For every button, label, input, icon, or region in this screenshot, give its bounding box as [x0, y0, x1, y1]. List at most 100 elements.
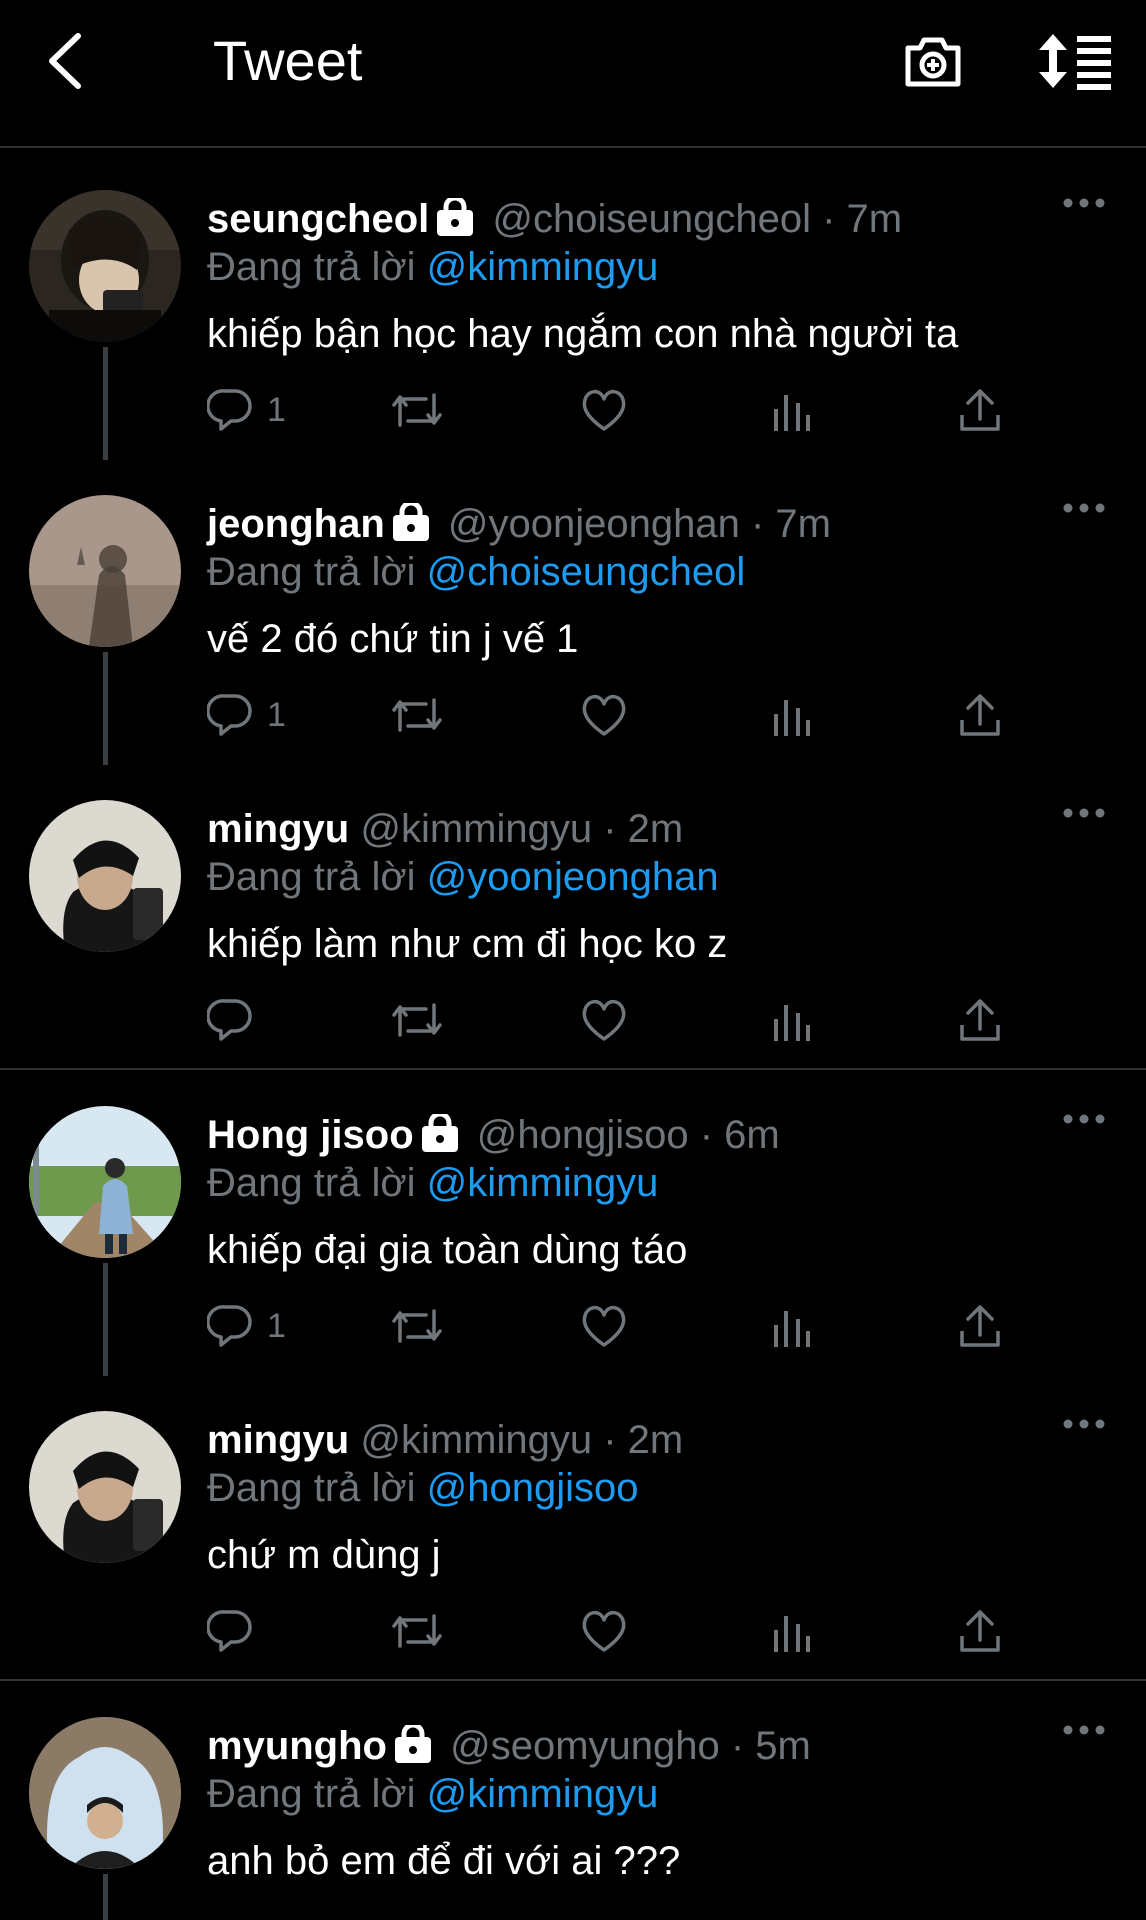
more-options-button[interactable] — [1062, 498, 1106, 518]
reply-count: 1 — [267, 390, 286, 429]
replying-to-label: Đang trả lời — [207, 1772, 416, 1816]
more-options-button[interactable] — [1062, 1720, 1106, 1740]
display-name[interactable]: myungho — [207, 1724, 387, 1768]
display-name[interactable]: jeonghan — [207, 502, 385, 546]
analytics-button[interactable] — [772, 995, 812, 1045]
replying-to-label: Đang trả lời — [207, 550, 416, 594]
like-button[interactable] — [580, 995, 628, 1045]
top-bar: Tweet — [0, 0, 1146, 148]
avatar[interactable] — [29, 190, 181, 342]
share-icon — [960, 694, 1000, 736]
share-icon — [960, 1305, 1000, 1347]
like-button[interactable] — [580, 385, 628, 435]
avatar[interactable] — [29, 1717, 181, 1869]
like-button[interactable] — [580, 690, 628, 740]
retweet-button[interactable] — [390, 995, 444, 1045]
tweet[interactable]: mingyu @kimmingyu · 2m Đang trả lời @hon… — [0, 1376, 1146, 1681]
share-button[interactable] — [958, 690, 1002, 740]
heart-icon — [582, 694, 626, 736]
more-icon — [1063, 198, 1105, 208]
replying-to: Đang trả lời @kimmingyu — [207, 1159, 658, 1207]
replying-to: Đang trả lời @choiseungcheol — [207, 548, 745, 596]
reply-icon — [207, 999, 252, 1041]
mention-link[interactable]: @kimmingyu — [427, 1161, 659, 1205]
reply-icon — [207, 389, 252, 431]
share-icon — [960, 1610, 1000, 1652]
camera-button[interactable] — [902, 30, 964, 92]
retweet-button[interactable] — [390, 1606, 444, 1656]
retweet-icon — [392, 1614, 442, 1648]
heart-icon — [582, 1610, 626, 1652]
bar-chart-icon — [774, 700, 810, 736]
tweet[interactable]: mingyu @kimmingyu · 2m Đang trả lời @yoo… — [0, 765, 1146, 1070]
tweet-text: vế 2 đó chứ tin j vế 1 — [207, 617, 579, 661]
retweet-button[interactable] — [390, 1301, 444, 1351]
more-options-button[interactable] — [1062, 803, 1106, 823]
tweet[interactable]: seungcheol @choiseungcheol · 7m Đang trả… — [0, 155, 1146, 460]
sort-replies-button[interactable] — [1037, 32, 1113, 90]
like-button[interactable] — [580, 1606, 628, 1656]
more-icon — [1063, 1725, 1105, 1735]
retweet-icon — [392, 1309, 442, 1343]
reply-button[interactable]: 1 — [207, 1301, 286, 1351]
share-button[interactable] — [958, 385, 1002, 435]
avatar[interactable] — [29, 495, 181, 647]
heart-icon — [582, 999, 626, 1041]
mention-link[interactable]: @yoonjeonghan — [427, 855, 719, 899]
tweet[interactable]: Hong jisoo @hongjisoo · 6m Đang trả lời … — [0, 1071, 1146, 1376]
action-bar — [207, 995, 1027, 1045]
share-button[interactable] — [958, 995, 1002, 1045]
display-name[interactable]: seungcheol — [207, 197, 429, 241]
mention-link[interactable]: @kimmingyu — [427, 1772, 659, 1816]
handle-time: @choiseungcheol · 7m — [492, 197, 903, 241]
tweet[interactable]: myungho @seomyungho · 5m Đang trả lời @k… — [0, 1682, 1146, 1920]
back-button[interactable] — [40, 28, 90, 94]
analytics-button[interactable] — [772, 1301, 812, 1351]
lock-icon — [435, 198, 475, 236]
share-icon — [960, 389, 1000, 431]
tweet-text: khiếp làm như cm đi học ko z — [207, 922, 728, 966]
bar-chart-icon — [774, 1311, 810, 1347]
retweet-button[interactable] — [390, 690, 444, 740]
share-button[interactable] — [958, 1301, 1002, 1351]
more-options-button[interactable] — [1062, 1109, 1106, 1129]
handle-time: @hongjisoo · 6m — [476, 1113, 780, 1157]
more-icon — [1063, 503, 1105, 513]
display-name[interactable]: mingyu — [207, 1418, 349, 1462]
analytics-button[interactable] — [772, 690, 812, 740]
avatar[interactable] — [29, 800, 181, 952]
reply-button[interactable] — [207, 1606, 267, 1656]
handle-time: @kimmingyu · 2m — [360, 807, 684, 851]
display-name[interactable]: mingyu — [207, 807, 349, 851]
mention-link[interactable]: @choiseungcheol — [427, 550, 746, 594]
more-options-button[interactable] — [1062, 1414, 1106, 1434]
replying-to-label: Đang trả lời — [207, 245, 416, 289]
action-bar: 1 — [207, 385, 1027, 435]
analytics-button[interactable] — [772, 1606, 812, 1656]
tweet[interactable]: jeonghan @yoonjeonghan · 7m Đang trả lời… — [0, 460, 1146, 765]
replying-to-label: Đang trả lời — [207, 1161, 416, 1205]
retweet-button[interactable] — [390, 385, 444, 435]
like-button[interactable] — [580, 1301, 628, 1351]
share-button[interactable] — [958, 1606, 1002, 1656]
sort-icon — [1039, 34, 1111, 90]
replying-to: Đang trả lời @hongjisoo — [207, 1464, 639, 1512]
heart-icon — [582, 1305, 626, 1347]
mention-link[interactable]: @hongjisoo — [427, 1466, 639, 1510]
avatar[interactable] — [29, 1411, 181, 1563]
reply-button[interactable] — [207, 995, 267, 1045]
more-icon — [1063, 1419, 1105, 1429]
reply-button[interactable]: 1 — [207, 690, 286, 740]
reply-icon — [207, 1305, 252, 1347]
action-bar: 1 — [207, 1301, 1027, 1351]
mention-link[interactable]: @kimmingyu — [427, 245, 659, 289]
analytics-button[interactable] — [772, 385, 812, 435]
tweet-text: chứ m dùng j — [207, 1533, 441, 1577]
avatar[interactable] — [29, 1106, 181, 1258]
reply-button[interactable]: 1 — [207, 385, 286, 435]
display-name[interactable]: Hong jisoo — [207, 1113, 414, 1157]
more-options-button[interactable] — [1062, 193, 1106, 213]
replying-to: Đang trả lời @yoonjeonghan — [207, 853, 719, 901]
more-icon — [1063, 808, 1105, 818]
action-bar — [207, 1606, 1027, 1656]
